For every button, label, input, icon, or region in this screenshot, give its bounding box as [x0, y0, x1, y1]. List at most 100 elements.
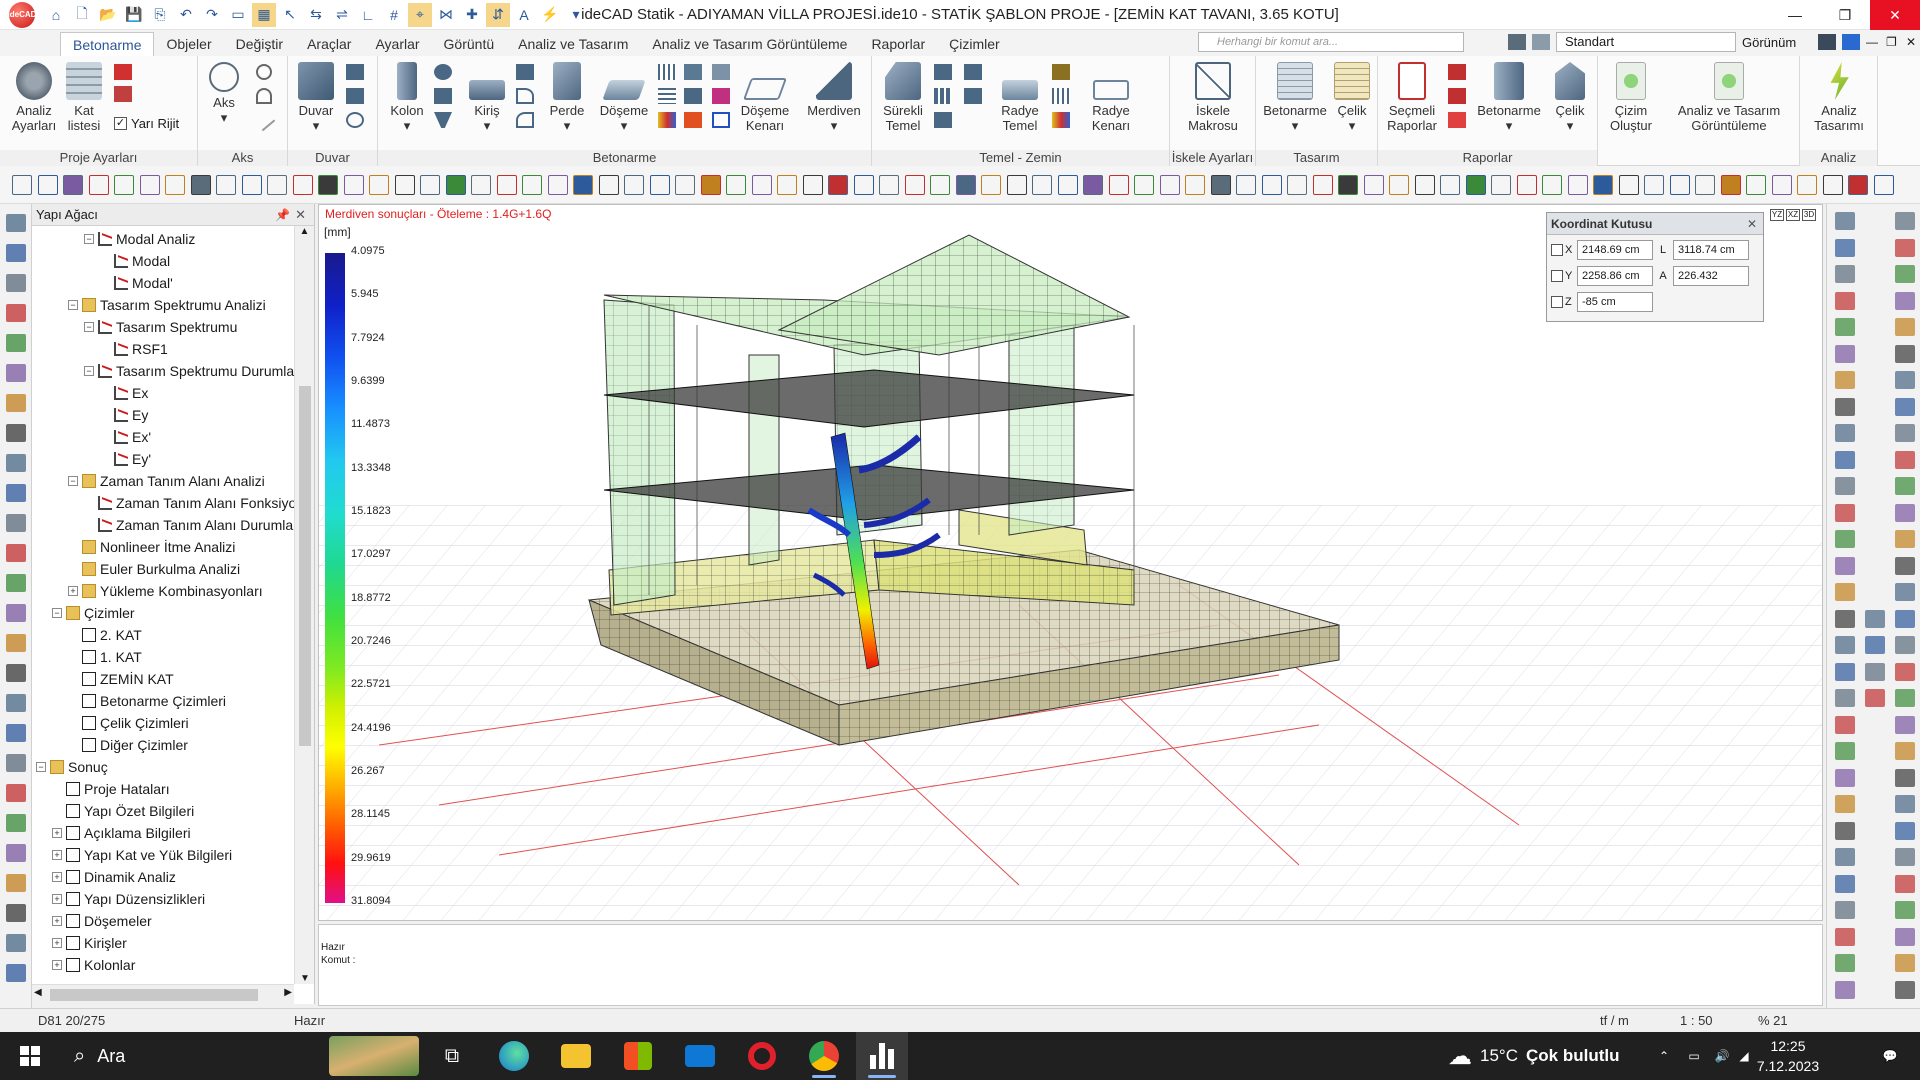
rapor-betonarme-button[interactable]: Betonarme ▾ [1474, 62, 1544, 133]
undo-icon[interactable]: ↶ [174, 3, 198, 27]
view-tool-icon[interactable] [828, 175, 848, 195]
tab-goruntu[interactable]: Görüntü [432, 32, 507, 56]
left-tool-icon[interactable] [6, 634, 26, 652]
polar-icon[interactable]: ⋈ [434, 3, 458, 27]
right-tool-icon[interactable] [1895, 821, 1915, 840]
coord-y-lock-checkbox[interactable] [1551, 270, 1563, 282]
layer-icon[interactable] [1508, 34, 1526, 50]
right-tool-icon[interactable] [1895, 556, 1915, 575]
analiz-ayarlari-button[interactable]: Analiz Ayarları [6, 62, 62, 133]
left-tool-icon[interactable] [6, 394, 26, 412]
right-tool-icon[interactable] [1895, 742, 1915, 760]
expand-icon[interactable]: + [52, 850, 62, 860]
right-tool-icon[interactable] [1895, 848, 1915, 866]
right-tool-icon[interactable] [1895, 927, 1915, 946]
right-tool-icon[interactable] [1895, 874, 1915, 893]
right-tool-icon[interactable] [1835, 954, 1855, 972]
view-tool-icon[interactable] [1669, 175, 1690, 195]
right-tool-icon[interactable] [1835, 609, 1855, 628]
tree-item[interactable]: Modal [100, 250, 170, 272]
right-tool-icon[interactable] [1835, 689, 1855, 707]
tab-betonarme[interactable]: Betonarme [60, 32, 155, 56]
right-tool-icon[interactable] [1895, 291, 1915, 310]
slab-chart-icon[interactable] [712, 88, 730, 104]
left-tool-icon[interactable] [6, 274, 26, 292]
right-tool-icon[interactable] [1835, 424, 1855, 442]
view-xz-icon[interactable]: XZ [1786, 209, 1800, 221]
raft-mesh-icon[interactable] [1052, 88, 1070, 104]
view-tool-icon[interactable] [1618, 175, 1639, 195]
kiris-button[interactable]: Kiriş ▾ [462, 62, 512, 133]
view-tool-icon[interactable] [802, 175, 823, 195]
right-tool-icon[interactable] [1895, 212, 1915, 230]
right-tool-icon[interactable] [1835, 715, 1855, 734]
view-tool-icon[interactable] [624, 175, 644, 195]
report-pdf-icon[interactable] [1448, 112, 1466, 128]
view-tool-icon[interactable] [420, 175, 440, 195]
right-tool-icon[interactable] [1835, 212, 1855, 230]
beam-curve-icon[interactable] [516, 88, 534, 104]
footing-tie-icon[interactable] [934, 112, 952, 128]
expand-icon[interactable]: + [52, 960, 62, 970]
slab-opening-icon[interactable] [684, 112, 702, 128]
tree-item[interactable]: Ey [100, 404, 148, 426]
tree-item[interactable]: + Yükleme Kombinasyonları [68, 580, 263, 602]
left-tool-icon[interactable] [6, 544, 26, 562]
right-tool-icon[interactable] [1895, 689, 1915, 707]
object-snap-icon[interactable]: ⌖ [408, 2, 432, 27]
tree-item[interactable]: Betonarme Çizimleri [68, 690, 226, 712]
right-tool-icon[interactable] [1835, 662, 1855, 681]
right-tool-icon[interactable] [1835, 291, 1855, 310]
view-tool-icon[interactable] [1567, 175, 1588, 195]
tree-item[interactable]: + Kirişler [52, 932, 127, 954]
slab-hatch-icon[interactable] [658, 88, 676, 104]
right-tool-icon[interactable] [1895, 450, 1915, 469]
view-tool-icon[interactable] [292, 175, 313, 195]
right-tool-icon[interactable] [1895, 397, 1915, 416]
left-tool-icon[interactable] [6, 964, 26, 982]
opera-icon[interactable] [738, 1032, 786, 1080]
left-tool-icon[interactable] [6, 874, 26, 892]
right-tool-icon[interactable] [1835, 238, 1855, 257]
view-tool-icon[interactable] [318, 175, 338, 195]
cizim-olustur-button[interactable]: Çizim Oluştur [1602, 62, 1660, 133]
slab-frame-icon[interactable] [712, 112, 730, 128]
frame-icon[interactable] [114, 64, 132, 80]
collapse-icon[interactable]: − [68, 476, 78, 486]
right-tool-icon[interactable] [1835, 530, 1855, 548]
file-explorer-icon[interactable] [552, 1032, 600, 1080]
wall-door-icon[interactable] [346, 88, 364, 104]
view-tool-icon[interactable] [1159, 175, 1180, 195]
left-tool-icon[interactable] [6, 574, 26, 592]
view-tool-icon[interactable] [1644, 175, 1664, 195]
radye-kenari-button[interactable]: Radye Kenarı [1080, 62, 1142, 133]
save-all-icon[interactable]: ⎘ [148, 3, 172, 27]
right-tool-icon[interactable] [1835, 583, 1855, 601]
view-tool-icon[interactable] [726, 175, 746, 195]
slab-rib-icon[interactable] [712, 64, 730, 80]
tree-item[interactable]: − Tasarım Spektrumu [84, 316, 237, 338]
right-tool-icon[interactable] [1895, 901, 1915, 919]
left-tool-icon[interactable] [6, 334, 26, 352]
right-tool-icon[interactable] [1835, 371, 1855, 389]
left-tool-icon[interactable] [6, 664, 26, 682]
duvar-button[interactable]: Duvar ▾ [292, 62, 340, 133]
coord-z-lock-checkbox[interactable] [1551, 296, 1563, 308]
view-icon[interactable] [1818, 34, 1836, 50]
view-tool-icon[interactable] [1797, 175, 1817, 195]
scroll-left-icon[interactable]: ◀ [34, 987, 42, 998]
right-tool-icon[interactable] [1865, 689, 1885, 707]
tree-item[interactable]: Yapı Özet Bilgileri [52, 800, 194, 822]
view-tool-icon[interactable] [700, 175, 721, 195]
view-tool-icon[interactable] [1083, 175, 1103, 195]
redo-icon[interactable]: ↷ [200, 3, 224, 27]
status-scale[interactable]: 1 : 50 [1680, 1013, 1713, 1028]
right-tool-icon[interactable] [1835, 318, 1855, 336]
tab-degistir[interactable]: Değiştir [224, 32, 295, 56]
right-tool-icon[interactable] [1895, 530, 1915, 548]
chevron-up-icon[interactable]: ⌃ [1650, 1032, 1678, 1080]
tree-item[interactable]: ZEMİN KAT [68, 668, 174, 690]
tree-item[interactable]: Zaman Tanım Alanı Durumları [84, 514, 294, 536]
left-tool-icon[interactable] [6, 454, 26, 472]
view-tool-icon[interactable] [241, 175, 262, 195]
